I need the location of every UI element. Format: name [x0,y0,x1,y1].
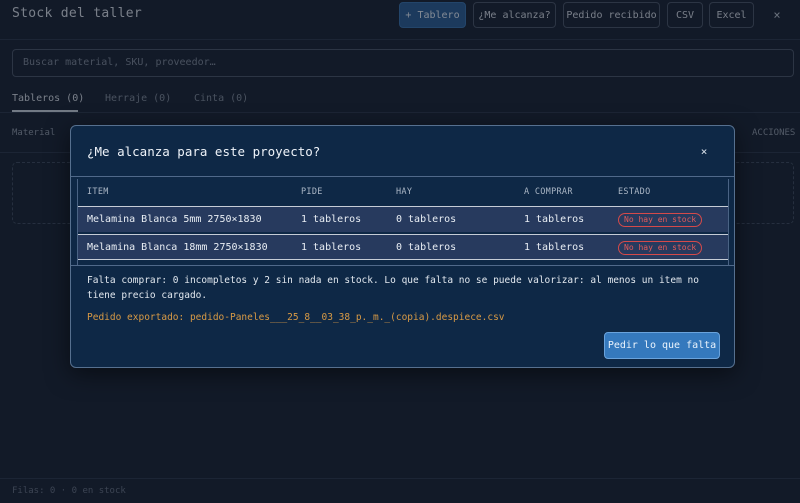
dialog-title: ¿Me alcanza para este proyecto? [87,144,321,159]
status-badge: No hay en stock [618,241,703,255]
cell-item: Melamina Blanca 18mm 2750×1830 [87,242,268,253]
cell-pide: 1 tableros [301,242,362,253]
shortage-table: ITEM PIDE HAY A COMPRAR ESTADO Melamina … [77,179,729,265]
header-item: ITEM [87,187,109,197]
enough-dialog: ¿Me alcanza para este proyecto? × ITEM P… [70,125,735,368]
divider [71,265,734,266]
cell-hay: 0 tableros [396,214,457,225]
status-badge: No hay en stock [618,213,703,227]
cell-hay: 0 tableros [396,242,457,253]
divider [71,176,734,177]
header-hay: HAY [396,187,413,197]
header-comprar: A COMPRAR [524,187,573,197]
order-missing-button[interactable]: Pedir lo que falta [604,332,720,359]
table-row: Melamina Blanca 18mm 2750×1830 1 tablero… [78,234,728,260]
cell-comprar: 1 tableros [524,242,585,253]
close-icon[interactable]: × [698,146,710,158]
cell-item: Melamina Blanca 5mm 2750×1830 [87,214,262,225]
shortage-summary: Falta comprar: 0 incompletos y 2 sin nad… [87,275,699,301]
header-estado: ESTADO [618,187,651,197]
header-pide: PIDE [301,187,323,197]
cell-comprar: 1 tableros [524,214,585,225]
export-note: Pedido exportado: pedido-Paneles___25_8_… [87,312,505,323]
cell-pide: 1 tableros [301,214,362,225]
table-row: Melamina Blanca 5mm 2750×1830 1 tableros… [78,206,728,232]
